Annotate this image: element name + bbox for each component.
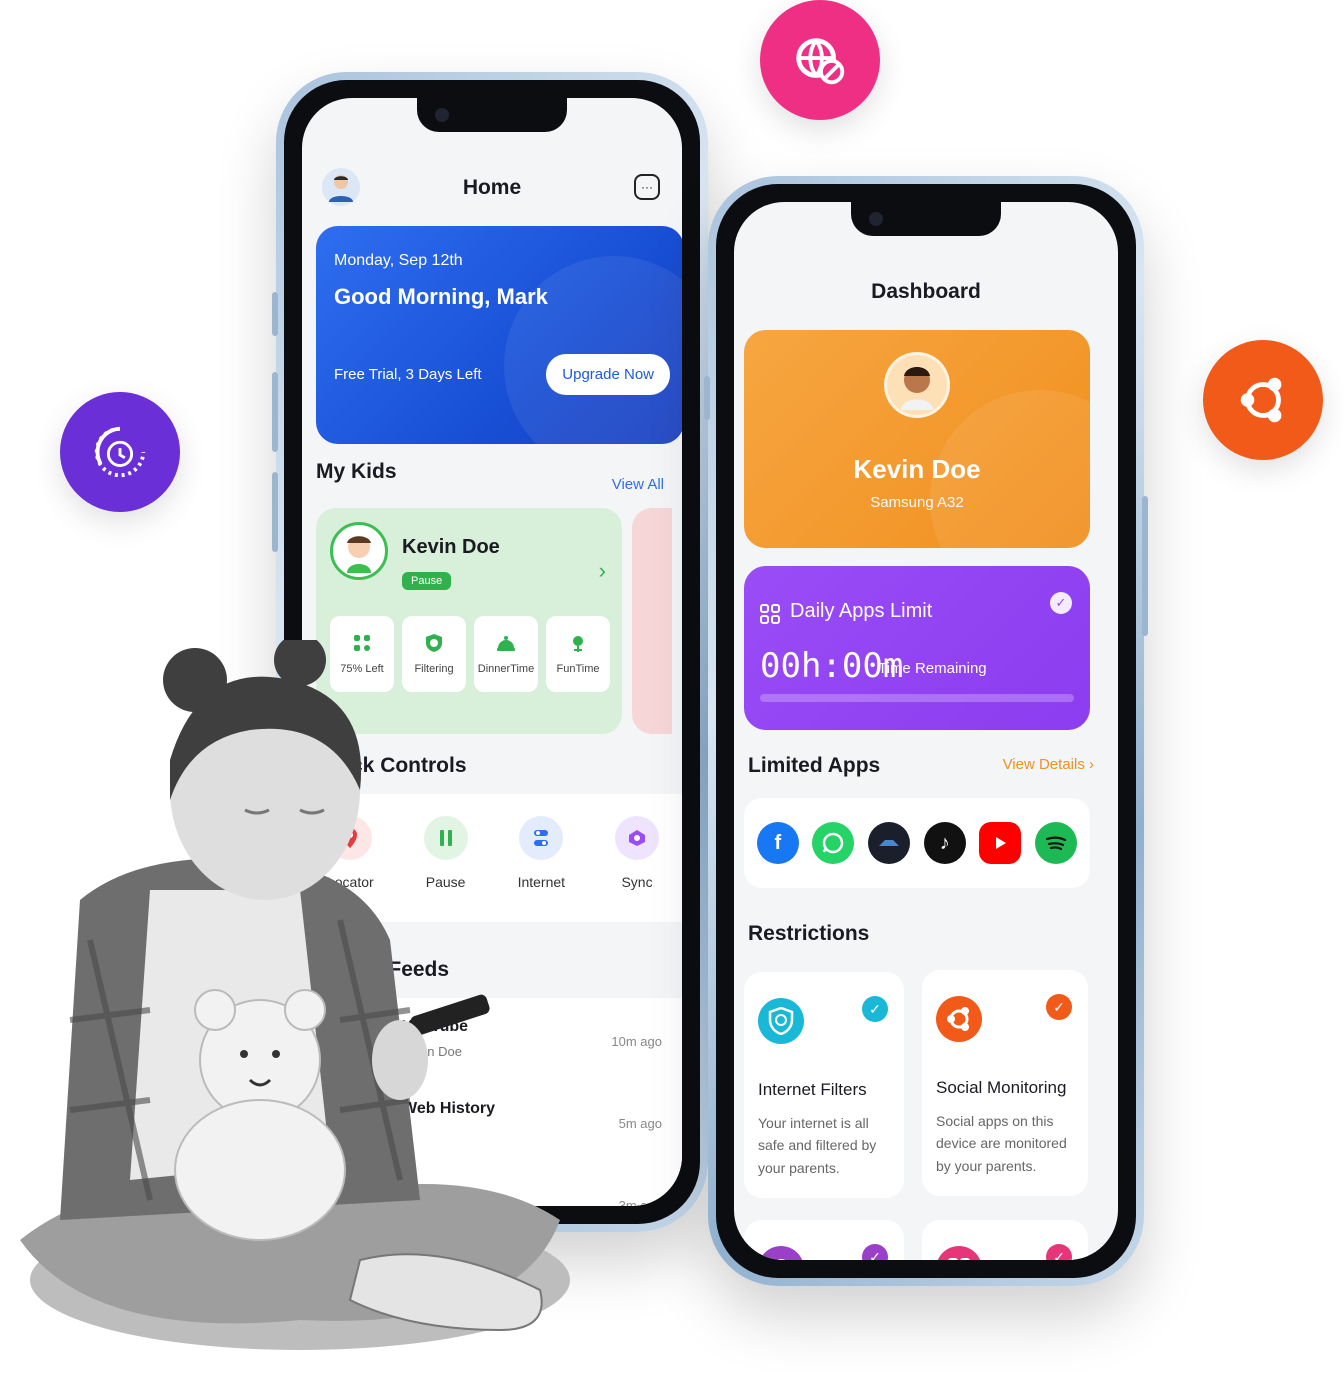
youtube-icon[interactable]	[979, 822, 1022, 864]
quick-control-label: Sync	[621, 874, 653, 890]
limited-apps-list: f ♪	[744, 798, 1090, 888]
hero-greeting: Good Morning, Mark	[334, 284, 548, 309]
kid-profile-card[interactable]: Kevin Doe Samsung A32	[744, 330, 1090, 548]
greeting-card: Monday, Sep 12th Good Morning, Mark Free…	[316, 226, 682, 444]
restriction-card[interactable]: ✓	[922, 1220, 1088, 1260]
home-header: Home ···	[302, 162, 682, 222]
chevron-right-icon[interactable]: ›	[599, 558, 606, 584]
blocked-globe-icon	[796, 38, 845, 85]
upgrade-now-button[interactable]: Upgrade Now	[546, 354, 670, 395]
check-icon: ✓	[862, 1244, 888, 1260]
limit-title: Daily Apps Limit	[790, 600, 933, 622]
check-icon: ✓	[1046, 1244, 1072, 1260]
game-icon[interactable]	[868, 822, 911, 864]
chat-bubble-icon[interactable]: ···	[634, 174, 660, 200]
social-monitoring-card[interactable]: ✓ Social Monitoring Social apps on this …	[922, 970, 1088, 1196]
my-kids-title: My Kids	[316, 460, 397, 483]
limited-apps-title: Limited Apps	[748, 754, 881, 777]
restriction-description: Your internet is all safe and filtered b…	[758, 1115, 877, 1176]
feed-time: 10m ago	[611, 1034, 662, 1049]
kid-name: Kevin Doe	[402, 536, 500, 558]
view-details-label: View Details	[1002, 756, 1085, 773]
tiktok-icon[interactable]: ♪	[923, 822, 966, 864]
kid-name: Kevin Doe	[853, 454, 981, 484]
share-network-icon	[936, 996, 982, 1042]
page-title: Dashboard	[871, 280, 981, 303]
check-icon: ✓	[1046, 994, 1072, 1020]
internet-filters-card[interactable]: ✓ Internet Filters Your internet is all …	[744, 972, 904, 1198]
feed-time: 3m ago	[618, 1198, 662, 1206]
hero-date: Monday, Sep 12th	[334, 252, 463, 269]
kid-avatar	[330, 522, 388, 580]
girl-with-phone-photo	[20, 640, 570, 1350]
share-badge	[1203, 340, 1323, 460]
spotify-icon[interactable]	[1035, 822, 1078, 864]
daily-apps-limit-card[interactable]: Daily Apps Limit ✓ 00h:00m Time Remainin…	[744, 566, 1090, 730]
next-kid-card[interactable]	[632, 508, 672, 734]
dashboard-screen: Dashboard Kevin Doe Samsung A32 Daily Ap…	[734, 202, 1118, 1260]
check-icon: ✓	[1050, 592, 1072, 614]
trial-status: Free Trial, 3 Days Left	[334, 366, 482, 383]
restriction-title: Social Monitoring	[936, 1078, 1067, 1097]
view-details-link[interactable]: View Details ›	[1003, 756, 1094, 773]
restrictions-title: Restrictions	[748, 922, 870, 945]
whatsapp-icon[interactable]	[812, 822, 855, 864]
device-name: Samsung A32	[870, 494, 964, 511]
timer-icon	[94, 426, 146, 478]
restriction-description: Social apps on this device are monitored…	[936, 1113, 1067, 1174]
limit-progress-bar	[760, 694, 1074, 702]
page-title: Home	[462, 176, 522, 199]
sync-button[interactable]: Sync	[615, 816, 660, 890]
feed-time: 5m ago	[618, 1116, 662, 1131]
sync-icon	[615, 816, 660, 860]
status-badge: Pause	[402, 572, 452, 590]
apps-grid-icon	[936, 1246, 982, 1260]
time-remaining-label: Time Remaining	[878, 660, 987, 677]
share-network-icon	[1240, 377, 1282, 423]
view-all-link[interactable]: View All	[612, 476, 664, 493]
apps-grid-icon	[760, 604, 780, 624]
blocked-web-badge	[760, 0, 880, 120]
shield-globe-icon	[758, 998, 804, 1044]
kid-avatar	[884, 352, 950, 418]
check-icon: ✓	[862, 996, 888, 1022]
globe-icon	[758, 1246, 804, 1260]
restriction-card[interactable]: ✓	[744, 1220, 904, 1260]
restriction-title: Internet Filters	[758, 1080, 867, 1099]
facebook-icon[interactable]: f	[756, 822, 799, 864]
dashboard-phone: Dashboard Kevin Doe Samsung A32 Daily Ap…	[704, 176, 1148, 1286]
timer-badge	[60, 392, 180, 512]
